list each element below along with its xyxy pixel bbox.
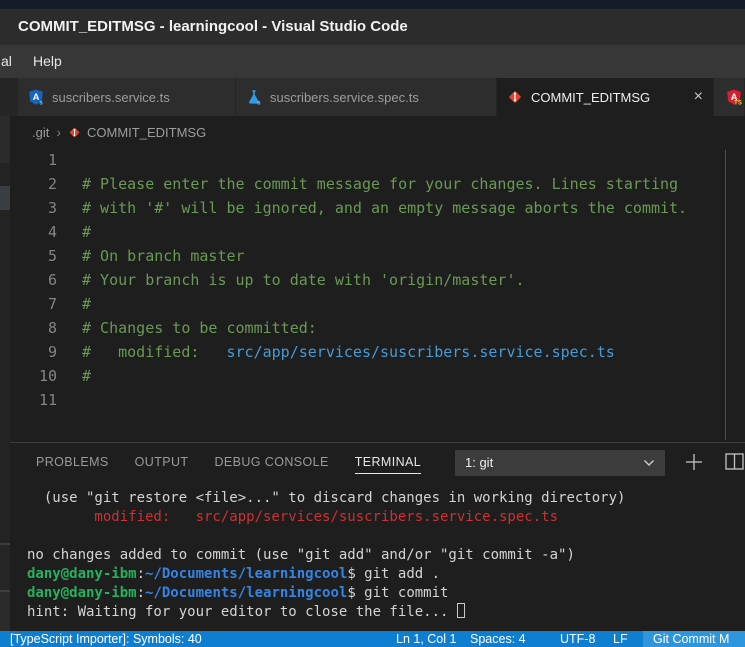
git-icon bbox=[68, 126, 81, 139]
code-line: 9# modified: src/app/services/suscribers… bbox=[0, 340, 724, 364]
text-segment: # On branch master bbox=[82, 247, 245, 265]
text-segment: no changes added to commit (use "git add… bbox=[27, 547, 575, 563]
terminal-line: modified: src/app/services/suscribers.se… bbox=[0, 508, 745, 527]
code-line: 8# Changes to be committed: bbox=[0, 316, 724, 340]
status-bar: [TypeScript Importer]: Symbols: 40 Ln 1,… bbox=[0, 631, 745, 647]
menu-item-terminal-truncated[interactable]: al bbox=[1, 45, 12, 78]
text-segment: # with '#' will be ignored, and an empty… bbox=[82, 199, 687, 217]
left-strip-block bbox=[0, 545, 10, 590]
terminal-line: dany@dany-ibm:~/Documents/learningcool$ … bbox=[0, 584, 745, 603]
code-line: 2# Please enter the commit message for y… bbox=[0, 172, 724, 196]
text-segment: # Your branch is up to date with 'origin… bbox=[82, 271, 525, 289]
terminal-line: dany@dany-ibm:~/Documents/learningcool$ … bbox=[0, 565, 745, 584]
tab-suscribers-service-spec-ts[interactable]: s suscribers.service.spec.ts bbox=[236, 78, 497, 116]
panel-tab-terminal[interactable]: TERMINAL bbox=[355, 443, 421, 481]
code-editor[interactable]: 12# Please enter the commit message for … bbox=[0, 148, 724, 441]
text-segment: ~/Documents/learningcool bbox=[145, 566, 347, 582]
cursor-position-indicator[interactable]: Ln 1, Col 1 bbox=[396, 631, 456, 647]
indentation-indicator[interactable]: Spaces: 4 bbox=[470, 631, 526, 647]
tab-commit-editmsg[interactable]: COMMIT_EDITMSG × bbox=[497, 78, 714, 116]
breadcrumb-separator-icon: › bbox=[56, 124, 61, 140]
close-icon[interactable]: × bbox=[694, 89, 703, 105]
terminal-instance-select[interactable]: 1: git bbox=[455, 450, 665, 476]
git-commit-message-button[interactable]: Git Commit M bbox=[643, 631, 745, 647]
terminal-instance-label: 1: git bbox=[465, 455, 493, 470]
text-segment: # bbox=[82, 367, 91, 385]
tab-suscribers-service-ts[interactable]: As suscribers.service.ts bbox=[18, 78, 236, 116]
angular-icon: ATS bbox=[726, 89, 742, 105]
text-segment: # Please enter the commit message for yo… bbox=[82, 175, 678, 193]
encoding-indicator[interactable]: UTF-8 bbox=[560, 631, 595, 647]
angular-service-icon: As bbox=[28, 89, 44, 105]
editor-overview-ruler bbox=[725, 150, 726, 440]
text-segment: dany@dany-ibm bbox=[27, 585, 137, 601]
eol-indicator[interactable]: LF bbox=[613, 631, 628, 647]
typescript-importer-status[interactable]: [TypeScript Importer]: Symbols: 40 bbox=[10, 631, 202, 647]
breadcrumb-folder[interactable]: .git bbox=[32, 125, 49, 140]
text-segment: $ git add . bbox=[347, 566, 440, 582]
window-title: COMMIT_EDITMSG - learningcool - Visual S… bbox=[18, 18, 408, 35]
tab-label: suscribers.service.ts bbox=[52, 90, 170, 105]
tab-label: suscribers.service.spec.ts bbox=[270, 90, 419, 105]
menu-item-help[interactable]: Help bbox=[33, 45, 62, 78]
text-segment: dany@dany-ibm bbox=[27, 566, 137, 582]
code-line: 11 bbox=[0, 388, 724, 412]
terminal-cursor bbox=[457, 603, 465, 618]
text-segment: # modified: bbox=[82, 343, 227, 361]
text-segment: src/app/services/suscribers.service.spec… bbox=[227, 343, 615, 361]
tab-label: COMMIT_EDITMSG bbox=[531, 90, 650, 105]
text-segment: (use "git restore <file>..." to discard … bbox=[27, 490, 625, 506]
menu-bar: al Help bbox=[0, 45, 745, 78]
new-terminal-icon[interactable] bbox=[683, 451, 705, 473]
text-segment: : bbox=[137, 585, 145, 601]
breadcrumb-file[interactable]: COMMIT_EDITMSG bbox=[87, 125, 206, 140]
desktop-top-strip bbox=[0, 0, 745, 9]
text-segment: hint: Waiting for your editor to close t… bbox=[27, 604, 457, 620]
code-line: 5# On branch master bbox=[0, 244, 724, 268]
angular-spec-icon: s bbox=[246, 89, 262, 105]
code-line: 7# bbox=[0, 292, 724, 316]
svg-text:s: s bbox=[257, 100, 261, 105]
left-strip-block bbox=[0, 186, 10, 210]
text-segment: # bbox=[82, 223, 91, 241]
tab-partial-angular-file[interactable]: ATS bbox=[714, 78, 745, 116]
panel-tab-output[interactable]: OUTPUT bbox=[135, 443, 189, 481]
left-strip-block bbox=[0, 116, 10, 163]
terminal-line: hint: Waiting for your editor to close t… bbox=[0, 603, 745, 622]
left-strip-block bbox=[0, 592, 10, 631]
editor-tab-bar: As suscribers.service.ts s suscribers.servi… bbox=[0, 78, 745, 116]
panel-tab-problems[interactable]: PROBLEMS bbox=[36, 443, 109, 481]
svg-text:s: s bbox=[39, 100, 43, 106]
code-line: 3# with '#' will be ignored, and an empt… bbox=[0, 196, 724, 220]
split-terminal-icon[interactable] bbox=[725, 453, 745, 471]
text-segment: # Changes to be committed: bbox=[82, 319, 317, 337]
left-edge-strip bbox=[0, 116, 10, 631]
terminal-line bbox=[0, 527, 745, 546]
vscode-window: COMMIT_EDITMSG - learningcool - Visual S… bbox=[0, 0, 745, 647]
code-line: 1 bbox=[0, 148, 724, 172]
text-segment: : bbox=[137, 566, 145, 582]
terminal-line: (use "git restore <file>..." to discard … bbox=[0, 489, 745, 508]
terminal-line: no changes added to commit (use "git add… bbox=[0, 546, 745, 565]
code-line: 10# bbox=[0, 364, 724, 388]
breadcrumb[interactable]: .git › COMMIT_EDITMSG bbox=[0, 116, 745, 148]
code-line: 6# Your branch is up to date with 'origi… bbox=[0, 268, 724, 292]
text-segment: modified: src/app/services/suscribers.se… bbox=[27, 509, 558, 525]
code-line: 4# bbox=[0, 220, 724, 244]
chevron-down-icon bbox=[643, 459, 655, 467]
svg-text:TS: TS bbox=[734, 101, 742, 105]
git-icon bbox=[507, 89, 523, 105]
terminal-output[interactable]: (use "git restore <file>..." to discard … bbox=[0, 481, 745, 631]
panel-tab-debug-console[interactable]: DEBUG CONSOLE bbox=[214, 443, 328, 481]
text-segment: # bbox=[82, 295, 91, 313]
window-titlebar[interactable]: COMMIT_EDITMSG - learningcool - Visual S… bbox=[0, 9, 745, 45]
text-segment: $ git commit bbox=[347, 585, 448, 601]
text-segment: ~/Documents/learningcool bbox=[145, 585, 347, 601]
